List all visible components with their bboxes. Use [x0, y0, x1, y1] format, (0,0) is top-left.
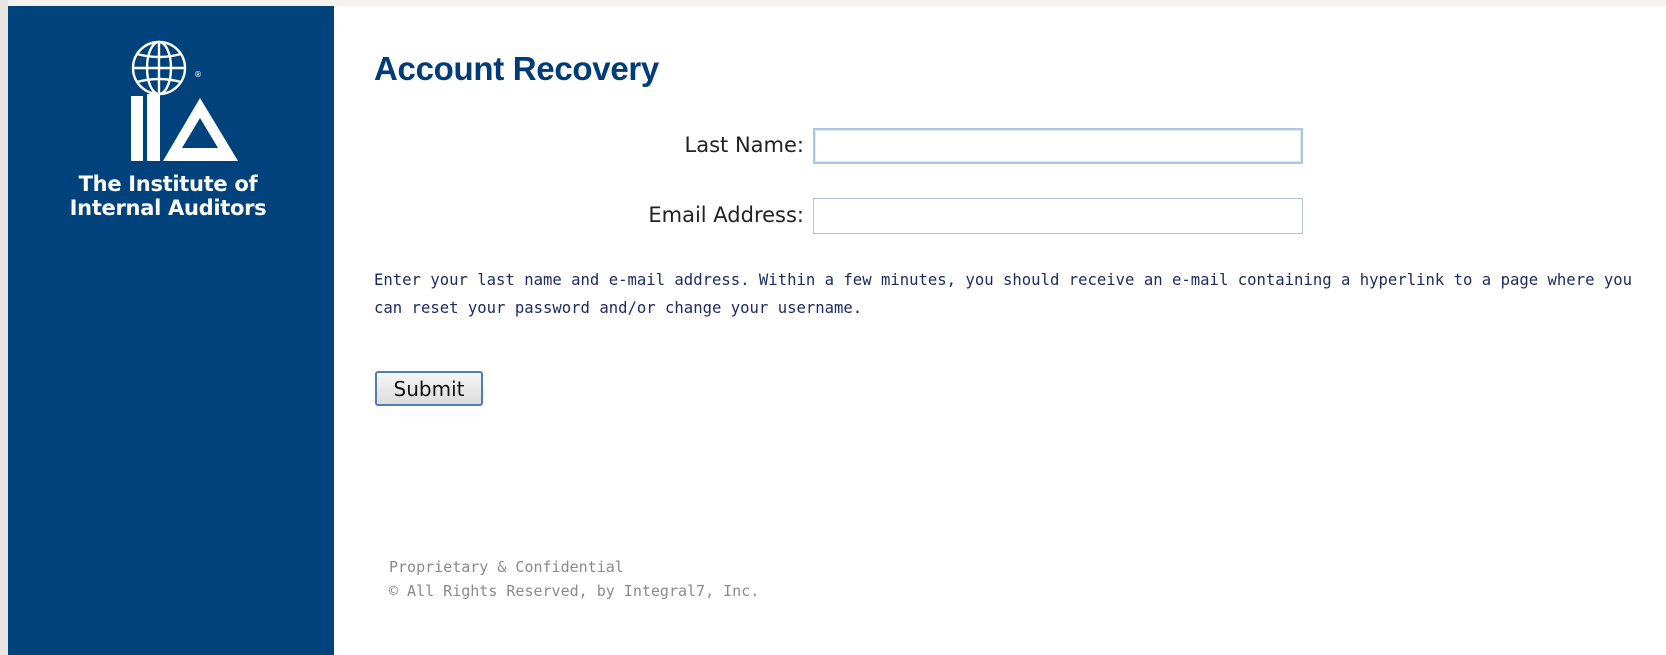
registered-mark: ®	[194, 70, 202, 79]
last-name-input[interactable]	[813, 128, 1303, 164]
email-input[interactable]	[813, 198, 1303, 234]
footer-copyright: © All Rights Reserved, by Integral7, Inc…	[389, 582, 760, 600]
iia-logo-icon: ®	[131, 40, 238, 161]
last-name-label: Last Name:	[684, 133, 804, 157]
footer: Proprietary & Confidential © All Rights …	[389, 555, 759, 603]
page-title: Account Recovery	[374, 50, 659, 87]
main-content: Account Recovery Last Name: Email Addres…	[334, 6, 1666, 655]
brand-name-line1: The Institute of	[78, 172, 258, 196]
footer-proprietary: Proprietary & Confidential	[389, 558, 624, 576]
last-name-row: Last Name:	[334, 128, 1334, 164]
email-label: Email Address:	[648, 203, 804, 227]
email-row: Email Address:	[334, 198, 1334, 234]
brand-name-line2: Internal Auditors	[69, 196, 267, 220]
submit-button[interactable]: Submit	[375, 371, 483, 406]
page-frame: ® The Institute of Internal Auditors Acc…	[0, 0, 1666, 655]
window-edge	[0, 0, 8, 655]
brand-name: The Institute of Internal Auditors	[8, 172, 334, 220]
brand-logo: ® The Institute of Internal Auditors	[8, 36, 334, 220]
instructions-text: Enter your last name and e-mail address.…	[374, 271, 1633, 317]
sidebar: ® The Institute of Internal Auditors	[8, 6, 334, 655]
